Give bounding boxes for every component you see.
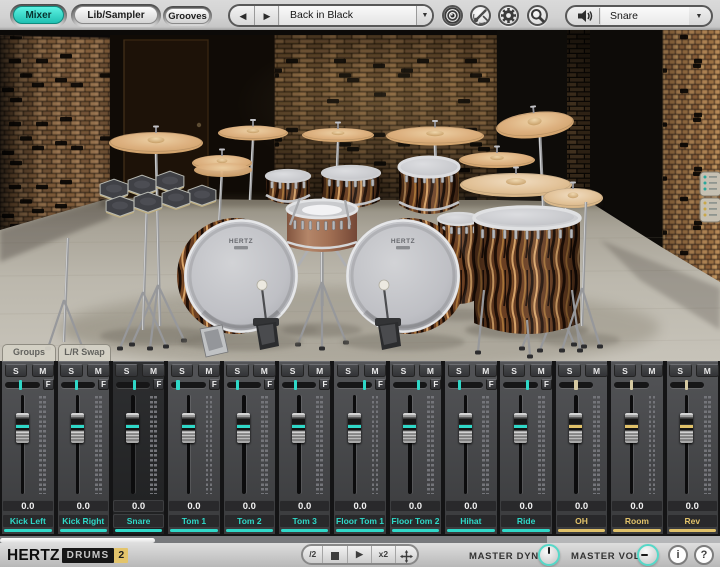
svg-text:HERTZ: HERTZ xyxy=(229,238,253,245)
svg-text:HERTZ: HERTZ xyxy=(391,238,415,245)
